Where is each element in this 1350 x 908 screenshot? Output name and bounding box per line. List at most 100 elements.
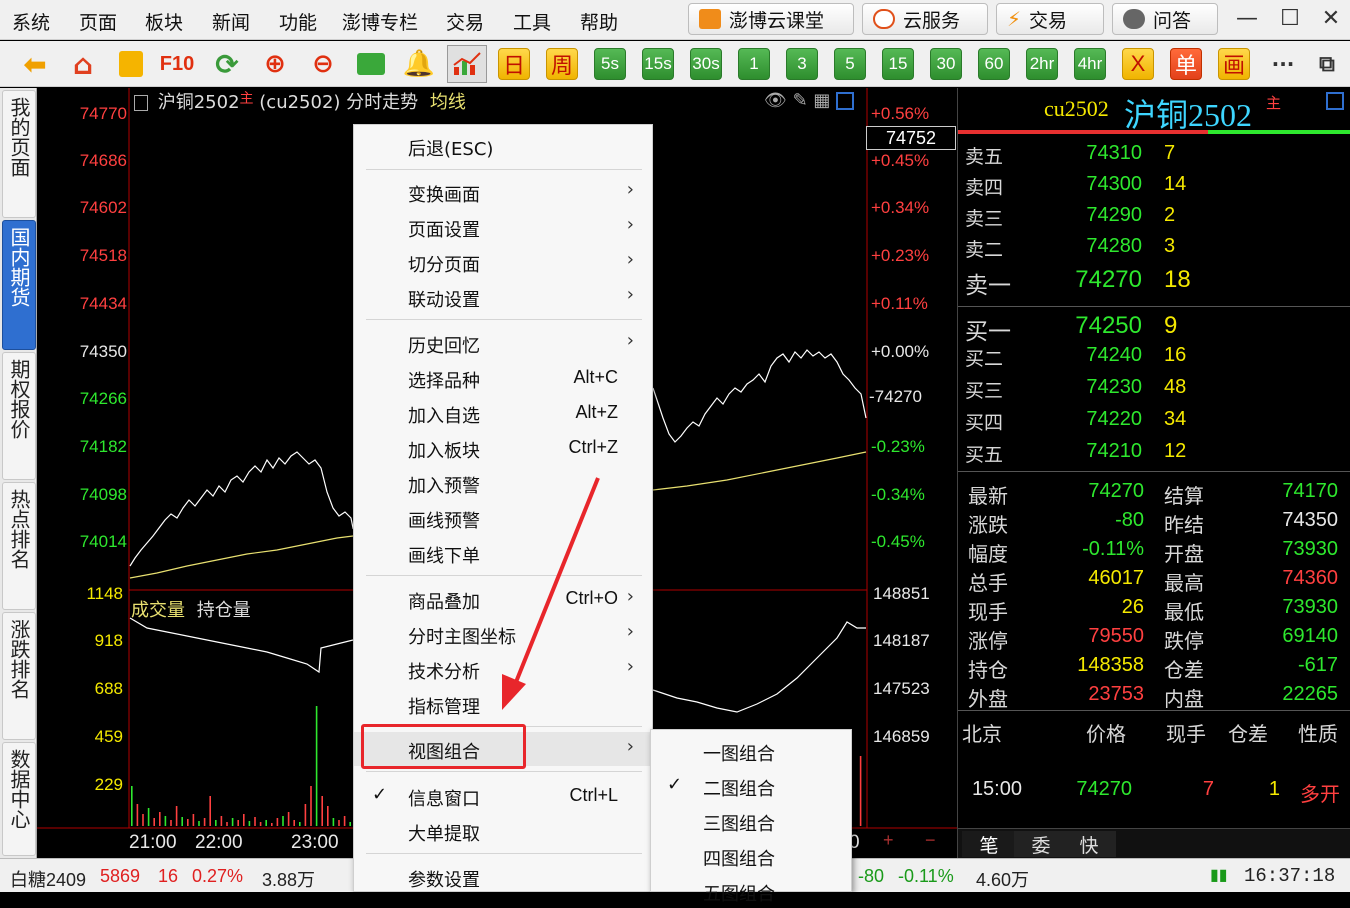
period-day-button[interactable]: 日: [498, 48, 530, 80]
ask-price[interactable]: 74300: [1058, 173, 1142, 196]
ticker-name[interactable]: 白糖2409: [10, 866, 86, 892]
menu-item[interactable]: 选择品种 Alt+C: [354, 361, 652, 395]
external-window-icon[interactable]: ⧉: [1310, 47, 1344, 81]
submenu-item[interactable]: 一图组合: [651, 734, 851, 768]
menu-trade[interactable]: 交易: [446, 8, 484, 35]
zoom-minus-button[interactable]: −: [925, 830, 936, 851]
period-1m-button[interactable]: 1: [738, 48, 770, 80]
menu-system[interactable]: 系统: [12, 8, 50, 35]
back-arrow-icon[interactable]: ⬅: [18, 47, 52, 81]
menu-tools[interactable]: 工具: [513, 8, 551, 35]
menu-item-label: 联动设置: [408, 290, 480, 311]
maximize-icon[interactable]: ☐: [1277, 6, 1303, 32]
volume-bar: [248, 821, 251, 826]
price-label: 74182: [79, 437, 127, 456]
window-icon[interactable]: [354, 47, 388, 81]
menu-page[interactable]: 页面: [79, 8, 117, 35]
more-icon[interactable]: ···: [1266, 47, 1300, 81]
zoom-out-icon[interactable]: ⊖: [306, 47, 340, 81]
bid-level-label: 买二: [965, 348, 1004, 370]
order-button[interactable]: 单: [1170, 48, 1202, 80]
pencil-icon[interactable]: ✎: [793, 90, 808, 111]
menu-item[interactable]: 参数设置: [354, 860, 652, 894]
intraday-chart-icon[interactable]: [447, 45, 487, 83]
menu-item-label: 加入板块: [408, 441, 480, 462]
draw-button[interactable]: 画: [1218, 48, 1250, 80]
submenu-item[interactable]: 四图组合: [651, 839, 851, 873]
menu-item[interactable]: 切分页面 ›: [354, 245, 652, 279]
bid-price[interactable]: 74210: [1058, 440, 1142, 463]
period-30m-button[interactable]: 30: [930, 48, 962, 80]
tab-ticks[interactable]: 笔: [962, 831, 1016, 857]
menu-item[interactable]: 后退(ESC): [354, 129, 652, 163]
bid-price[interactable]: 74230: [1058, 376, 1142, 399]
panel-toggle-icon[interactable]: [134, 95, 148, 111]
ask-price[interactable]: 74290: [1058, 204, 1142, 227]
period-30s-button[interactable]: 30s: [690, 48, 722, 80]
submenu-item[interactable]: 三图组合: [651, 804, 851, 838]
cloud-class-button[interactable]: 澎博云课堂: [688, 3, 854, 35]
tab-fast[interactable]: 快: [1062, 831, 1116, 857]
grid-icon[interactable]: ▦: [813, 90, 830, 111]
eye-hidden-icon[interactable]: 👁: [764, 90, 787, 111]
x-icon[interactable]: X: [1122, 48, 1154, 80]
tab-change-rank[interactable]: 涨跌排名: [2, 612, 36, 740]
menu-help[interactable]: 帮助: [580, 8, 618, 35]
ask-price[interactable]: 74310: [1058, 142, 1142, 165]
menu-news[interactable]: 新闻: [212, 8, 250, 35]
ask-qty: 2: [1164, 204, 1176, 226]
period-2hr-button[interactable]: 2hr: [1026, 48, 1058, 80]
tab-orders[interactable]: 委: [1014, 831, 1068, 857]
minimize-icon[interactable]: —: [1234, 6, 1260, 32]
ticker-change: 16: [158, 866, 179, 886]
ask-price[interactable]: 74280: [1058, 235, 1142, 258]
menu-item[interactable]: 变换画面 ›: [354, 175, 652, 209]
tab-domestic-futures[interactable]: 国内期货: [2, 220, 36, 350]
home-icon[interactable]: ⌂: [66, 47, 100, 81]
zoom-in-icon[interactable]: ⊕: [258, 47, 292, 81]
period-60m-button[interactable]: 60: [978, 48, 1010, 80]
menu-item[interactable]: ✓ 信息窗口 Ctrl+L: [354, 779, 652, 813]
tab-data-center[interactable]: 数据中心: [2, 742, 36, 856]
zoom-plus-button[interactable]: +: [883, 830, 894, 851]
period-4hr-button[interactable]: 4hr: [1074, 48, 1106, 80]
menu-column[interactable]: 澎博专栏: [342, 8, 418, 35]
sell-strength-bar: [958, 130, 1208, 134]
menu-item[interactable]: 历史回忆 ›: [354, 326, 652, 360]
period-3m-button[interactable]: 3: [786, 48, 818, 80]
bell-icon[interactable]: 🔔: [402, 47, 436, 81]
layout-toggle-icon[interactable]: [836, 92, 855, 110]
panel-toggle-icon[interactable]: [1326, 92, 1344, 110]
notepad-icon[interactable]: [114, 47, 148, 81]
cloud-service-button[interactable]: 云服务: [862, 3, 988, 35]
qa-button[interactable]: 问答: [1112, 3, 1218, 35]
menu-function[interactable]: 功能: [279, 8, 317, 35]
submenu-item[interactable]: ✓ 二图组合: [651, 769, 851, 803]
menu-item[interactable]: 大单提取: [354, 814, 652, 848]
tab-hot-rank[interactable]: 热点排名: [2, 482, 36, 610]
refresh-icon[interactable]: ⟳: [210, 47, 244, 81]
menu-item[interactable]: 页面设置 ›: [354, 210, 652, 244]
menu-item[interactable]: 加入板块 Ctrl+Z: [354, 431, 652, 465]
period-15m-button[interactable]: 15: [882, 48, 914, 80]
f10-button[interactable]: F10: [160, 47, 194, 81]
period-5s-button[interactable]: 5s: [594, 48, 626, 80]
trade-button[interactable]: ⚡ 交易: [996, 3, 1104, 35]
menu-item[interactable]: 加入自选 Alt+Z: [354, 396, 652, 430]
menu-item[interactable]: 联动设置 ›: [354, 280, 652, 314]
ask-price[interactable]: 74270: [1058, 266, 1142, 294]
volume-bar: [164, 816, 167, 826]
tab-options-quotes[interactable]: 期权报价: [2, 352, 36, 480]
ticker-volume: 3.88万: [262, 870, 316, 890]
bid-price[interactable]: 74250: [1058, 312, 1142, 340]
period-week-button[interactable]: 周: [546, 48, 578, 80]
submenu-item[interactable]: 五图组合: [651, 874, 851, 908]
period-5m-button[interactable]: 5: [834, 48, 866, 80]
bid-price[interactable]: 74220: [1058, 408, 1142, 431]
tab-my-page[interactable]: 我的页面: [2, 90, 36, 218]
bid-price[interactable]: 74240: [1058, 344, 1142, 367]
ask-qty: 3: [1164, 235, 1176, 257]
period-15s-button[interactable]: 15s: [642, 48, 674, 80]
close-icon[interactable]: ✕: [1318, 6, 1344, 32]
menu-sector[interactable]: 板块: [145, 8, 183, 35]
